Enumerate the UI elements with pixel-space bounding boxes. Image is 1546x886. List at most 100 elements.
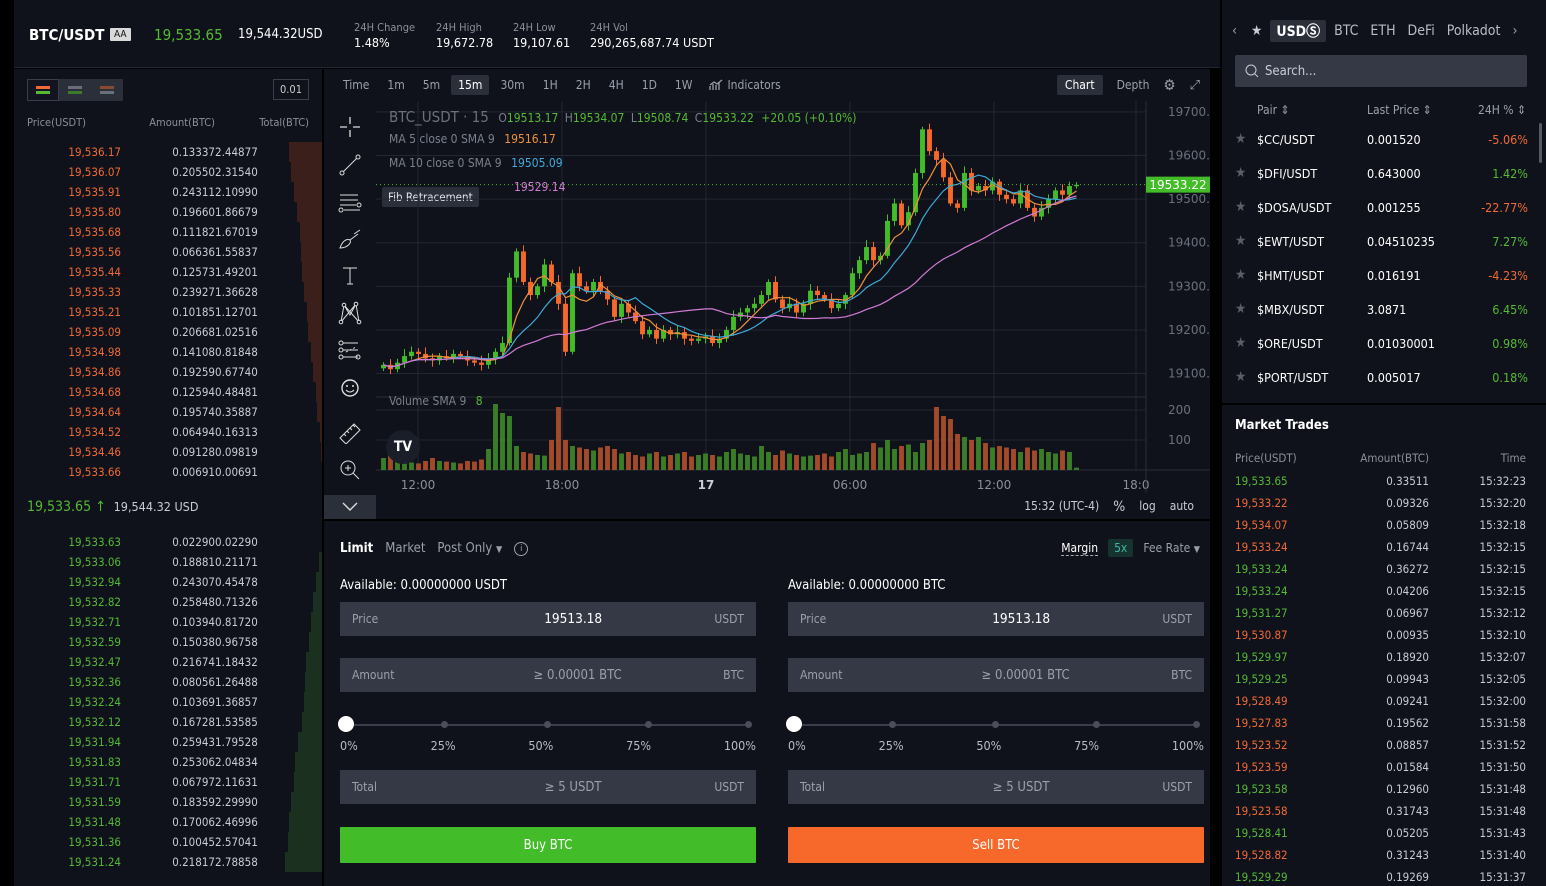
bid-row[interactable]: 19,532.24 0.10369 1.36857 — [14, 692, 322, 712]
chevron-left-icon[interactable]: ‹ — [1232, 23, 1237, 39]
price-input[interactable]: 19513.18 — [432, 611, 714, 627]
zoom-in-icon[interactable] — [335, 456, 365, 485]
ask-row[interactable]: 19,535.91 0.24311 2.10990 — [14, 182, 322, 202]
timeframe-1d[interactable]: 1D — [635, 75, 664, 95]
tab-post-only[interactable]: Post Only ▼ — [437, 541, 502, 556]
sell-amount-field[interactable]: Amount ≥ 0.00001 BTC BTC — [788, 658, 1204, 692]
timeframe-15m[interactable]: 15m — [451, 75, 490, 95]
buy-total-field[interactable]: Total ≥ 5 USDT USDT — [340, 770, 756, 804]
market-row[interactable]: ★ $ORE/USDT 0.01030001 0.98% — [1222, 326, 1534, 360]
amount-input[interactable]: ≥ 0.00001 BTC — [432, 668, 723, 683]
auto-scale-toggle[interactable]: auto — [1170, 499, 1194, 515]
ask-row[interactable]: 19,534.64 0.19574 0.35887 — [14, 402, 322, 422]
bid-row[interactable]: 19,532.71 0.10394 0.81720 — [14, 612, 322, 632]
buy-percent-slider[interactable]: 0% 25% 50% 75% 100% — [338, 716, 756, 756]
bid-row[interactable]: 19,531.24 0.21817 2.78858 — [14, 852, 322, 872]
timeframe-1m[interactable]: 1m — [380, 75, 411, 95]
margin-toggle[interactable]: Margin — [1061, 541, 1099, 556]
percent-scale-toggle[interactable]: % — [1113, 499, 1125, 515]
view-both-button[interactable] — [27, 79, 59, 101]
col-price-sort[interactable]: Last Price ⇕ — [1367, 103, 1467, 117]
ask-row[interactable]: 19,536.17 0.13337 2.44877 — [14, 142, 322, 162]
sell-total-field[interactable]: Total ≥ 5 USDT USDT — [788, 770, 1204, 804]
info-icon[interactable]: i — [514, 541, 529, 556]
ask-row[interactable]: 19,535.21 0.10185 1.12701 — [14, 302, 322, 322]
ask-row[interactable]: 19,534.68 0.12594 0.48481 — [14, 382, 322, 402]
ask-row[interactable]: 19,536.07 0.20550 2.31540 — [14, 162, 322, 182]
total-input[interactable]: ≥ 5 USDT — [880, 780, 1162, 795]
star-icon[interactable]: ★ — [1235, 199, 1257, 215]
timeframe-2h[interactable]: 2H — [569, 75, 598, 95]
total-input[interactable]: ≥ 5 USDT — [432, 780, 714, 795]
settings-gear-icon[interactable]: ⚙ — [1163, 76, 1175, 94]
ask-row[interactable]: 19,535.09 0.20668 1.02516 — [14, 322, 322, 342]
buy-price-field[interactable]: Price 19513.18 USDT — [340, 602, 756, 636]
chevron-right-icon[interactable]: › — [1512, 23, 1517, 39]
tab-polkadot[interactable]: Polkadot — [1447, 23, 1501, 39]
star-icon[interactable]: ★ — [1235, 301, 1257, 317]
bid-row[interactable]: 19,533.06 0.18881 0.21171 — [14, 552, 322, 572]
pattern-icon[interactable] — [335, 299, 365, 328]
collapse-chart-button[interactable] — [324, 495, 376, 519]
market-row[interactable]: ★ $EWT/USDT 0.04510235 7.27% — [1222, 224, 1534, 258]
ask-row[interactable]: 19,535.68 0.11182 1.67019 — [14, 222, 322, 242]
buy-button[interactable]: Buy BTC — [340, 827, 756, 863]
bid-row[interactable]: 19,532.82 0.25848 0.71326 — [14, 592, 322, 612]
star-icon[interactable]: ★ — [1235, 131, 1257, 147]
view-asks-button[interactable] — [91, 79, 123, 101]
tab-eth[interactable]: ETH — [1370, 23, 1395, 39]
timeframe-1w[interactable]: 1W — [668, 75, 700, 95]
ask-row[interactable]: 19,535.56 0.06636 1.55837 — [14, 242, 322, 262]
ruler-icon[interactable] — [335, 418, 365, 447]
slider-stop[interactable] — [645, 721, 652, 728]
slider-stop[interactable] — [1093, 721, 1100, 728]
slider-handle[interactable] — [338, 716, 354, 732]
ask-row[interactable]: 19,534.86 0.19259 0.67740 — [14, 362, 322, 382]
brush-icon[interactable] — [335, 224, 365, 253]
indicators-button[interactable]: Indicators — [709, 78, 781, 92]
view-bids-button[interactable] — [59, 79, 91, 101]
star-icon[interactable]: ★ — [1235, 165, 1257, 181]
timezone-label[interactable]: 15:32 (UTC-4) — [1024, 499, 1099, 515]
font-size-badge[interactable]: AA — [110, 28, 131, 41]
tradingview-logo[interactable]: TV — [386, 430, 420, 464]
ask-row[interactable]: 19,533.66 0.00691 0.00691 — [14, 462, 322, 482]
slider-handle[interactable] — [786, 716, 802, 732]
tab-defi[interactable]: DeFi — [1408, 23, 1435, 39]
market-row[interactable]: ★ $CC/USDT 0.001520 -5.06% — [1222, 122, 1534, 156]
timeframe-1h[interactable]: 1H — [536, 75, 565, 95]
depth-view-button[interactable]: Depth — [1117, 78, 1150, 92]
search-input[interactable] — [1265, 63, 1515, 79]
slider-stop[interactable] — [1193, 721, 1200, 728]
bid-row[interactable]: 19,532.94 0.24307 0.45478 — [14, 572, 322, 592]
tab-limit[interactable]: Limit — [340, 541, 373, 556]
bid-row[interactable]: 19,532.47 0.21674 1.18432 — [14, 652, 322, 672]
bid-row[interactable]: 19,531.36 0.10045 2.57041 — [14, 832, 322, 852]
bid-row[interactable]: 19,531.71 0.06797 2.11631 — [14, 772, 322, 792]
crosshair-icon[interactable] — [335, 113, 365, 142]
star-icon[interactable]: ★ — [1235, 233, 1257, 249]
prediction-icon[interactable] — [335, 336, 365, 365]
ask-row[interactable]: 19,535.33 0.23927 1.36628 — [14, 282, 322, 302]
bid-row[interactable]: 19,533.63 0.02290 0.02290 — [14, 532, 322, 552]
fee-rate-dropdown[interactable]: Fee Rate ▼ — [1143, 541, 1200, 555]
sell-price-field[interactable]: Price 19513.18 USDT — [788, 602, 1204, 636]
tab-market[interactable]: Market — [385, 541, 425, 556]
ask-row[interactable]: 19,534.52 0.06494 0.16313 — [14, 422, 322, 442]
timeframe-30m[interactable]: 30m — [493, 75, 531, 95]
market-row[interactable]: ★ $DFI/USDT 0.643000 1.42% — [1222, 156, 1534, 190]
tab-btc[interactable]: BTC — [1334, 23, 1358, 39]
sell-percent-slider[interactable]: 0% 25% 50% 75% 100% — [786, 716, 1204, 756]
star-icon[interactable]: ★ — [1235, 267, 1257, 283]
price-input[interactable]: 19513.18 — [880, 611, 1162, 627]
bid-row[interactable]: 19,531.59 0.18359 2.29990 — [14, 792, 322, 812]
favorites-star-icon[interactable]: ★ — [1251, 23, 1262, 39]
bid-row[interactable]: 19,531.94 0.25943 1.79528 — [14, 732, 322, 752]
trend-line-icon[interactable] — [335, 150, 365, 179]
slider-stop[interactable] — [889, 721, 896, 728]
timeframe-5m[interactable]: 5m — [416, 75, 447, 95]
amount-input[interactable]: ≥ 0.00001 BTC — [880, 668, 1171, 683]
sell-button[interactable]: Sell BTC — [788, 827, 1204, 863]
price-step-select[interactable]: 0.01 — [272, 79, 309, 100]
log-scale-toggle[interactable]: log — [1139, 499, 1155, 515]
